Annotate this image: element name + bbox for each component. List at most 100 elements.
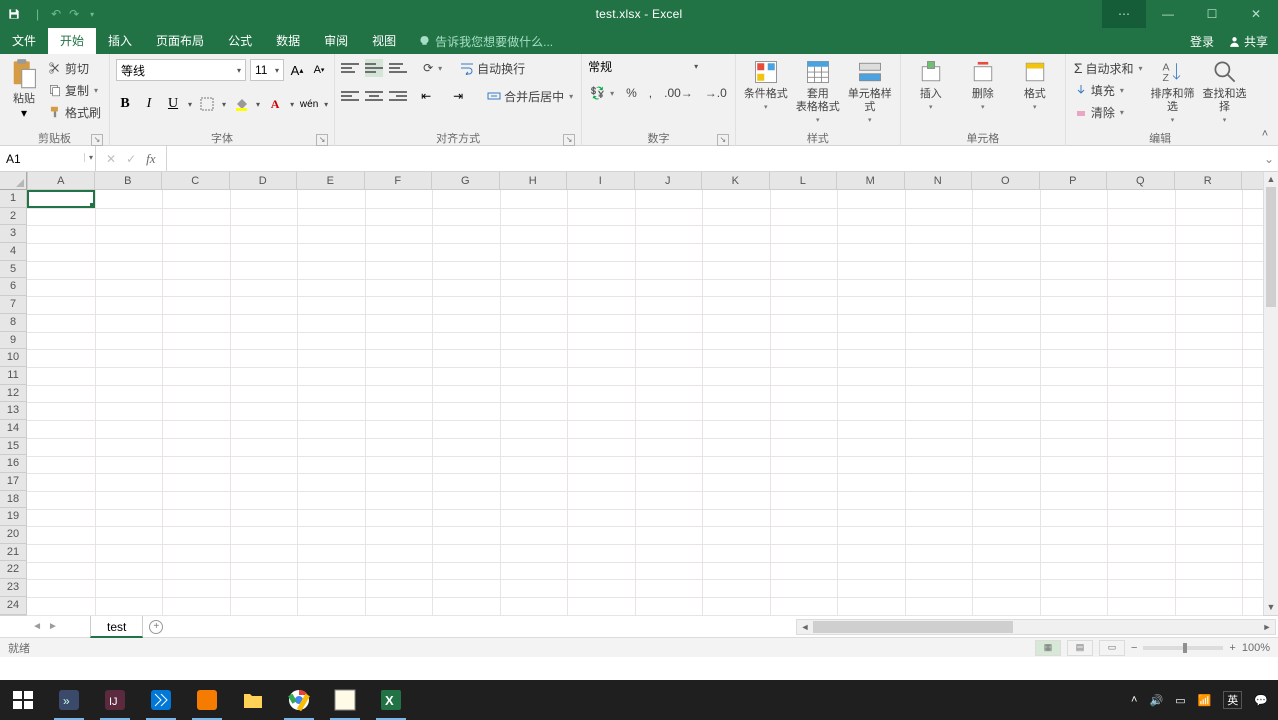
- zoom-value[interactable]: 100%: [1242, 642, 1270, 654]
- sheet-nav-prev-icon[interactable]: ◄: [32, 621, 42, 632]
- row-header[interactable]: 4: [0, 243, 26, 261]
- row-header[interactable]: 7: [0, 296, 26, 314]
- qat-customize-icon[interactable]: ▾: [83, 5, 101, 23]
- col-header[interactable]: G: [432, 172, 500, 189]
- row-header[interactable]: 22: [0, 561, 26, 579]
- tab-data[interactable]: 数据: [264, 28, 312, 54]
- font-dialog-icon[interactable]: ↘: [316, 134, 328, 146]
- zoom-slider[interactable]: [1143, 646, 1223, 650]
- window-options-icon[interactable]: ⋯: [1102, 0, 1146, 28]
- clear-button[interactable]: 清除▾: [1072, 102, 1145, 122]
- tray-battery-icon[interactable]: ▭: [1175, 694, 1185, 707]
- save-icon[interactable]: [0, 0, 28, 28]
- wrap-text-button[interactable]: 自动换行: [458, 58, 527, 78]
- row-header[interactable]: 18: [0, 491, 26, 509]
- clipboard-dialog-icon[interactable]: ↘: [91, 134, 103, 146]
- fill-color-button[interactable]: [232, 95, 250, 113]
- insert-cells-button[interactable]: 插入▾: [907, 58, 955, 130]
- col-header[interactable]: J: [635, 172, 703, 189]
- tray-wifi-icon[interactable]: 📶: [1198, 694, 1212, 707]
- align-left-icon[interactable]: [341, 87, 359, 105]
- bold-button[interactable]: B: [116, 95, 134, 113]
- decrease-font-icon[interactable]: A▾: [310, 61, 328, 79]
- tab-formulas[interactable]: 公式: [216, 28, 264, 54]
- tab-view[interactable]: 视图: [360, 28, 408, 54]
- redo-icon[interactable]: ↷: [65, 5, 83, 23]
- tab-insert[interactable]: 插入: [96, 28, 144, 54]
- col-header[interactable]: D: [230, 172, 298, 189]
- row-header[interactable]: 2: [0, 208, 26, 226]
- font-color-button[interactable]: A: [266, 95, 284, 113]
- delete-cells-button[interactable]: 删除▾: [959, 58, 1007, 130]
- align-middle-icon[interactable]: [365, 59, 383, 77]
- undo-icon[interactable]: ↶: [47, 5, 65, 23]
- taskbar-app-1[interactable]: »: [46, 680, 92, 720]
- increase-font-icon[interactable]: A▴: [288, 61, 306, 79]
- autosum-button[interactable]: Σ自动求和▾: [1072, 58, 1145, 78]
- format-table-button[interactable]: 套用 表格格式▾: [794, 58, 842, 130]
- tab-home[interactable]: 开始: [48, 28, 96, 54]
- paste-button[interactable]: 粘贴 ▾: [6, 58, 42, 120]
- col-header[interactable]: N: [905, 172, 973, 189]
- vscroll-thumb[interactable]: [1266, 187, 1276, 307]
- row-header[interactable]: 5: [0, 261, 26, 279]
- increase-decimal-icon[interactable]: .00→: [662, 83, 695, 103]
- comma-button[interactable]: ,: [647, 83, 654, 103]
- add-sheet-button[interactable]: +: [143, 616, 169, 638]
- merge-button[interactable]: 合并后居中▾: [485, 86, 575, 106]
- increase-indent-icon[interactable]: ⇥: [453, 87, 471, 105]
- cut-button[interactable]: 剪切: [46, 58, 103, 78]
- font-name-select[interactable]: 等线▾: [116, 59, 246, 81]
- tray-notifications-icon[interactable]: 💬: [1254, 694, 1268, 707]
- tab-file[interactable]: 文件: [0, 28, 48, 54]
- row-header[interactable]: 20: [0, 526, 26, 544]
- col-header[interactable]: H: [500, 172, 568, 189]
- horizontal-scrollbar[interactable]: ◄ ►: [796, 619, 1276, 635]
- taskbar-app-5[interactable]: [322, 680, 368, 720]
- find-select-button[interactable]: 查找和选择▾: [1201, 58, 1249, 130]
- taskbar-app-4[interactable]: [184, 680, 230, 720]
- sheet-nav-next-icon[interactable]: ►: [48, 621, 58, 632]
- cells-area[interactable]: [27, 190, 1263, 615]
- tray-volume-icon[interactable]: 🔊: [1149, 694, 1163, 707]
- row-header[interactable]: 24: [0, 597, 26, 615]
- row-header[interactable]: 1: [0, 190, 26, 208]
- hscroll-thumb[interactable]: [813, 621, 1013, 633]
- row-header[interactable]: 16: [0, 455, 26, 473]
- maximize-icon[interactable]: ☐: [1190, 0, 1234, 28]
- font-size-select[interactable]: 11▾: [250, 59, 284, 81]
- view-page-layout-icon[interactable]: ▤: [1067, 640, 1093, 656]
- decrease-indent-icon[interactable]: ⇤: [421, 87, 439, 105]
- select-all-button[interactable]: [0, 172, 27, 190]
- col-header[interactable]: L: [770, 172, 838, 189]
- accept-formula-icon[interactable]: ✓: [126, 152, 136, 166]
- col-header[interactable]: O: [972, 172, 1040, 189]
- share-button[interactable]: 共享: [1228, 33, 1268, 50]
- zoom-in-icon[interactable]: +: [1229, 642, 1235, 654]
- cell-styles-button[interactable]: 单元格样式▾: [846, 58, 894, 130]
- align-bottom-icon[interactable]: [389, 59, 407, 77]
- phonetic-button[interactable]: wén: [300, 95, 318, 113]
- formula-input[interactable]: [167, 146, 1260, 171]
- tray-chevron-icon[interactable]: ˄: [1131, 694, 1137, 706]
- taskbar-app-3[interactable]: [138, 680, 184, 720]
- view-normal-icon[interactable]: ▦: [1035, 640, 1061, 656]
- minimize-icon[interactable]: —: [1146, 0, 1190, 28]
- row-header[interactable]: 6: [0, 278, 26, 296]
- align-top-icon[interactable]: [341, 59, 359, 77]
- col-header[interactable]: F: [365, 172, 433, 189]
- col-header[interactable]: I: [567, 172, 635, 189]
- copy-button[interactable]: 复制▾: [46, 80, 103, 100]
- format-painter-button[interactable]: 格式刷: [46, 102, 103, 122]
- row-header[interactable]: 11: [0, 367, 26, 385]
- col-header[interactable]: M: [837, 172, 905, 189]
- underline-button[interactable]: U: [164, 95, 182, 113]
- taskbar-chrome[interactable]: [276, 680, 322, 720]
- col-header[interactable]: Q: [1107, 172, 1175, 189]
- number-format-select[interactable]: 常规▾: [588, 58, 698, 75]
- scroll-left-icon[interactable]: ◄: [797, 622, 813, 632]
- collapse-ribbon-icon[interactable]: ˄: [1256, 125, 1274, 143]
- number-dialog-icon[interactable]: ↘: [717, 134, 729, 146]
- login-button[interactable]: 登录: [1190, 33, 1214, 50]
- row-header[interactable]: 19: [0, 508, 26, 526]
